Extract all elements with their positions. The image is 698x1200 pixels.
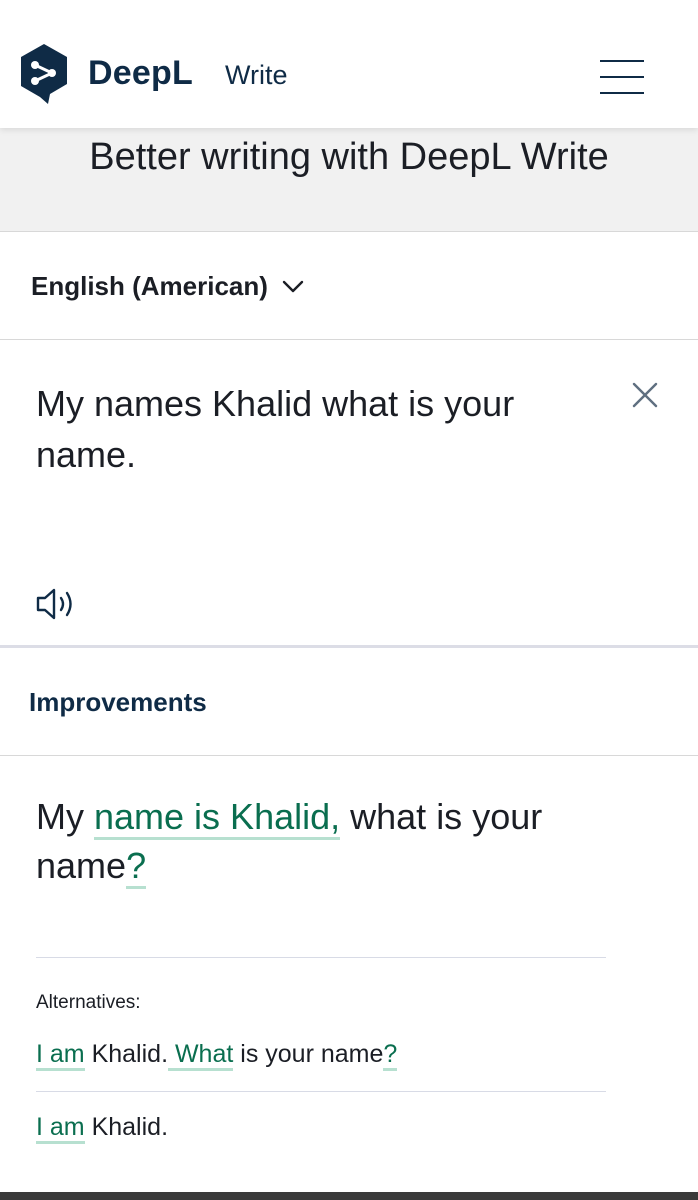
text-segment: what is your [340,796,543,837]
suggested-change: I am [36,1040,85,1071]
hamburger-menu-icon[interactable] [596,58,648,98]
suggested-change: I am [36,1113,85,1144]
suggested-change[interactable]: ? [126,845,147,889]
improved-text-line: My name is Khalid, what is your [36,792,636,841]
improvements-heading: Improvements [29,687,207,717]
brand-name[interactable]: DeepL [88,54,193,93]
alternative-option[interactable]: I am Khalid. What is your name? [36,1040,398,1071]
source-text-line: name. [36,434,137,475]
text-segment: is your name [233,1040,384,1068]
suggested-change: ? [383,1040,398,1071]
deepl-write-page: DeepL Write Better writing with DeepL Wr… [0,0,698,1200]
suggested-change: What [168,1040,234,1071]
improved-text-line: name? [36,841,636,890]
deepl-logo-icon[interactable] [18,42,70,106]
alternatives-heading: Alternatives: [36,992,141,1013]
improved-text[interactable]: My name is Khalid, what is your name? [36,792,636,890]
top-header: DeepL Write [0,0,698,128]
alternative-option[interactable]: I am Khalid. [36,1113,169,1144]
divider [36,957,606,958]
brand-product[interactable]: Write [225,60,288,91]
language-label: English (American) [31,271,268,301]
source-text-input[interactable]: My names Khalid what is your name. [36,378,596,480]
suggested-change[interactable]: name is Khalid, [94,796,341,840]
divider [36,1091,606,1092]
language-dropdown[interactable]: English (American) [31,271,304,302]
text-segment: name [36,845,127,886]
close-icon[interactable] [630,380,660,410]
page-title: Better writing with DeepL Write [89,136,609,178]
bottom-bar [0,1192,698,1200]
speaker-icon[interactable] [34,584,80,624]
text-segment: Khalid. [84,1040,169,1068]
text-segment: My [36,796,94,837]
text-segment: Khalid. [84,1113,169,1141]
chevron-down-icon [282,280,304,292]
source-text-line: My names Khalid what is your [36,383,515,424]
